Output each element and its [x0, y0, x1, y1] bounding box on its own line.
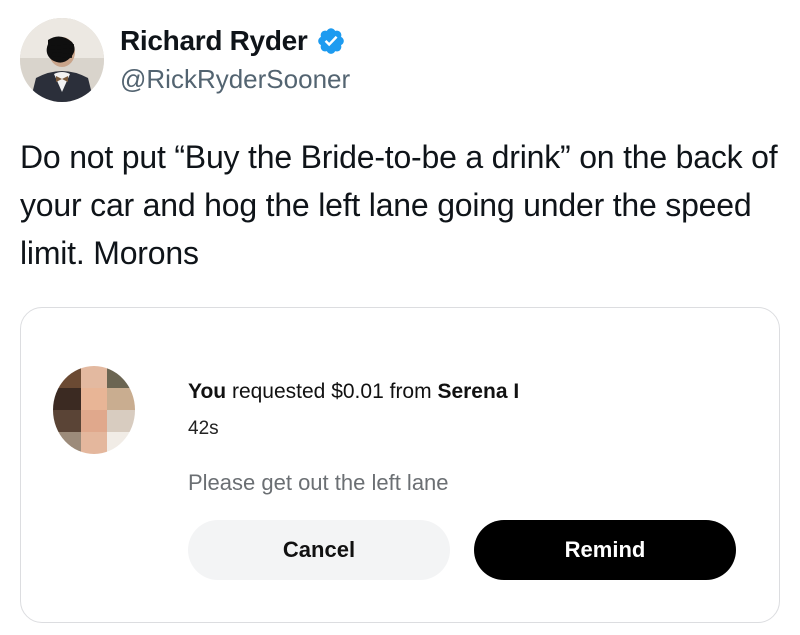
request-subject: You: [188, 380, 227, 403]
tweet-text: Do not put “Buy the Bride-to-be a drink”…: [20, 139, 778, 271]
request-amount: $0.01: [331, 380, 384, 403]
author-name-row: Richard Ryder: [120, 22, 346, 60]
request-action: requested: [231, 380, 326, 403]
author-name[interactable]: Richard Ryder: [120, 25, 308, 57]
payment-request-card: You requested $0.01 from Serena I 42s Pl…: [20, 307, 780, 623]
remind-button[interactable]: Remind: [474, 520, 736, 580]
request-timestamp: 42s: [188, 418, 219, 439]
request-preposition: from: [389, 380, 432, 403]
author-avatar[interactable]: [20, 18, 104, 102]
request-recipient[interactable]: Serena I: [437, 380, 519, 403]
request-summary: You requested $0.01 from Serena I: [188, 380, 519, 404]
verified-badge-icon: [316, 26, 346, 56]
recipient-avatar: [53, 366, 135, 454]
author-handle[interactable]: @RickRyderSooner: [120, 64, 350, 95]
request-note: Please get out the left lane: [188, 470, 449, 495]
cancel-button[interactable]: Cancel: [188, 520, 450, 580]
